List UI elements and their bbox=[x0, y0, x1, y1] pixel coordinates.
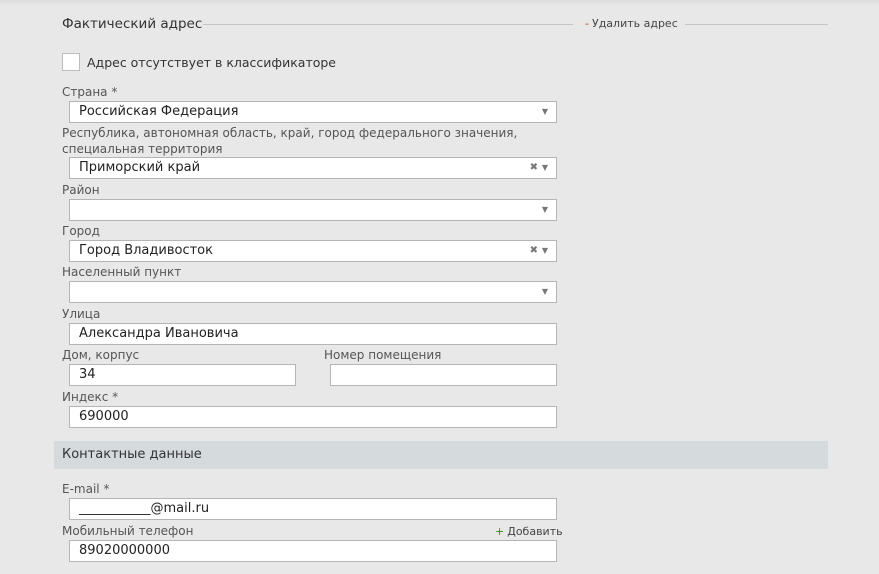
street-label: Улица bbox=[62, 307, 101, 321]
district-select[interactable]: ▼ bbox=[69, 199, 557, 221]
region-value: Приморский край bbox=[79, 160, 201, 175]
remove-address-label: Удалить адрес bbox=[591, 17, 678, 30]
top-shadow bbox=[0, 0, 879, 6]
not-in-classifier-label: Адрес отсутствует в классификаторе bbox=[87, 55, 336, 70]
clear-icon[interactable]: ✖ bbox=[530, 241, 538, 261]
mobile-label: Мобильный телефон bbox=[62, 524, 194, 538]
dropdown-arrow-icon: ▼ bbox=[541, 287, 548, 296]
dropdown-arrow-icon: ▼ bbox=[541, 107, 548, 116]
email-label: E-mail * bbox=[62, 482, 110, 496]
apartment-label: Номер помещения bbox=[324, 348, 442, 362]
postcode-input[interactable]: 690000 bbox=[69, 406, 557, 428]
house-value: 34 bbox=[79, 367, 96, 382]
street-value: Александра Ивановича bbox=[79, 326, 239, 341]
settlement-label: Населенный пункт bbox=[62, 265, 182, 279]
country-select[interactable]: Российская Федерация ▼ bbox=[69, 101, 557, 123]
mobile-phone-field[interactable]: 89020000000 bbox=[69, 540, 557, 562]
house-label: Дом, корпус bbox=[62, 348, 140, 362]
email-field[interactable]: ___________@mail.ru bbox=[69, 498, 557, 520]
add-phone-link[interactable]: + Добавить bbox=[495, 525, 563, 538]
postcode-value: 690000 bbox=[79, 409, 129, 424]
dropdown-arrow-icon: ▼ bbox=[541, 246, 548, 255]
region-label-line2: специальная территория bbox=[62, 142, 223, 156]
mobile-value: 89020000000 bbox=[79, 543, 170, 558]
contacts-section-title: Контактные данные bbox=[62, 447, 202, 462]
contacts-section-header: Контактные данные bbox=[54, 441, 828, 469]
country-value: Российская Федерация bbox=[79, 104, 239, 119]
clear-icon[interactable]: ✖ bbox=[530, 158, 538, 178]
apartment-input[interactable] bbox=[330, 364, 557, 386]
city-select[interactable]: Город Владивосток ✖ ▼ bbox=[69, 240, 557, 262]
dropdown-arrow-icon: ▼ bbox=[541, 205, 548, 214]
remove-address-link[interactable]: - Удалить адрес bbox=[585, 17, 678, 30]
region-select[interactable]: Приморский край ✖ ▼ bbox=[69, 157, 557, 179]
add-phone-label: Добавить bbox=[507, 525, 563, 538]
country-label: Страна * bbox=[62, 85, 118, 99]
not-in-classifier-checkbox[interactable] bbox=[62, 53, 80, 71]
postcode-label: Индекс * bbox=[62, 390, 119, 404]
dropdown-arrow-icon: ▼ bbox=[541, 163, 548, 172]
district-label: Район bbox=[62, 183, 100, 197]
address-section-title: Фактический адрес bbox=[62, 16, 203, 32]
section-divider-right bbox=[685, 24, 828, 25]
city-value: Город Владивосток bbox=[79, 243, 213, 258]
settlement-select[interactable]: ▼ bbox=[69, 281, 557, 303]
house-input[interactable]: 34 bbox=[69, 364, 296, 386]
plus-icon: + bbox=[495, 525, 505, 538]
remove-sign-icon: - bbox=[585, 17, 589, 30]
section-divider-left bbox=[203, 24, 573, 25]
city-label: Город bbox=[62, 224, 100, 238]
email-value: ___________@mail.ru bbox=[79, 501, 210, 516]
street-input[interactable]: Александра Ивановича bbox=[69, 323, 557, 345]
region-label-line1: Республика, автономная область, край, го… bbox=[62, 126, 518, 140]
